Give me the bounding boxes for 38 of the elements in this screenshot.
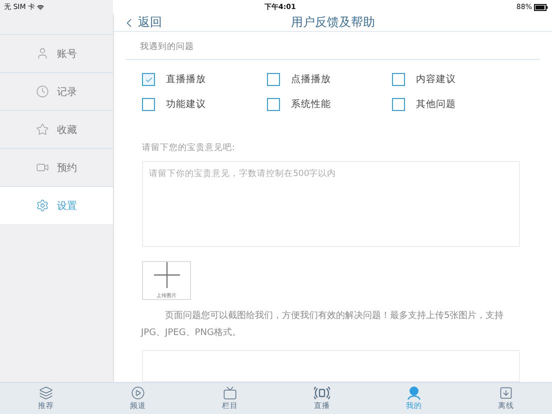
clock-icon <box>36 85 49 98</box>
user-icon <box>36 47 49 60</box>
checkbox[interactable] <box>142 98 155 111</box>
person-icon <box>406 386 422 400</box>
checkbox[interactable] <box>392 98 405 111</box>
checkbox-label: 其他问题 <box>416 98 456 111</box>
checkbox-label: 点播播放 <box>291 73 331 86</box>
settings-icon <box>36 199 49 212</box>
checkbox[interactable] <box>142 73 155 86</box>
sidebar-item[interactable]: 设置 <box>0 186 113 224</box>
download-icon <box>499 386 513 400</box>
wifi-icon <box>37 4 44 10</box>
feedback-field[interactable]: 请留下你的宝贵意见，字数请控制在500字以内 <box>142 161 520 247</box>
feedback-label: 请留下您的宝贵意见吧: <box>142 142 236 154</box>
star-icon <box>36 123 49 136</box>
checkbox-label: 系统性能 <box>291 98 331 111</box>
checkbox-label: 功能建议 <box>166 98 206 111</box>
back-button[interactable]: 返回 <box>114 14 162 31</box>
play-icon <box>131 386 145 400</box>
tv-icon <box>223 386 237 400</box>
sidebar-item[interactable]: 账号 <box>0 34 113 72</box>
layers-icon <box>39 386 53 400</box>
plus-icon <box>154 262 180 288</box>
email-field[interactable] <box>142 350 520 382</box>
section-title: 我遇到的问题 <box>126 32 540 60</box>
video-camera-icon <box>36 161 49 174</box>
sidebar-item[interactable]: 收藏 <box>0 110 113 148</box>
broadcast-icon <box>314 386 330 400</box>
checkbox[interactable] <box>267 73 280 86</box>
checkbox-label: 内容建议 <box>416 73 456 86</box>
sidebar-item[interactable]: 记录 <box>0 72 113 110</box>
checkbox[interactable] <box>267 98 280 111</box>
battery-icon <box>534 4 548 10</box>
checkbox-label: 直播播放 <box>166 73 206 86</box>
page-title: 用户反馈及帮助 <box>291 14 375 31</box>
upload-note: 页面问题您可以截图给我们，方便我们有效的解决问题！最多支持上传5张图片，支持JPG、JPEG、PNG格式。 <box>141 310 505 340</box>
check-icon <box>144 76 152 84</box>
checkbox[interactable] <box>392 73 405 86</box>
